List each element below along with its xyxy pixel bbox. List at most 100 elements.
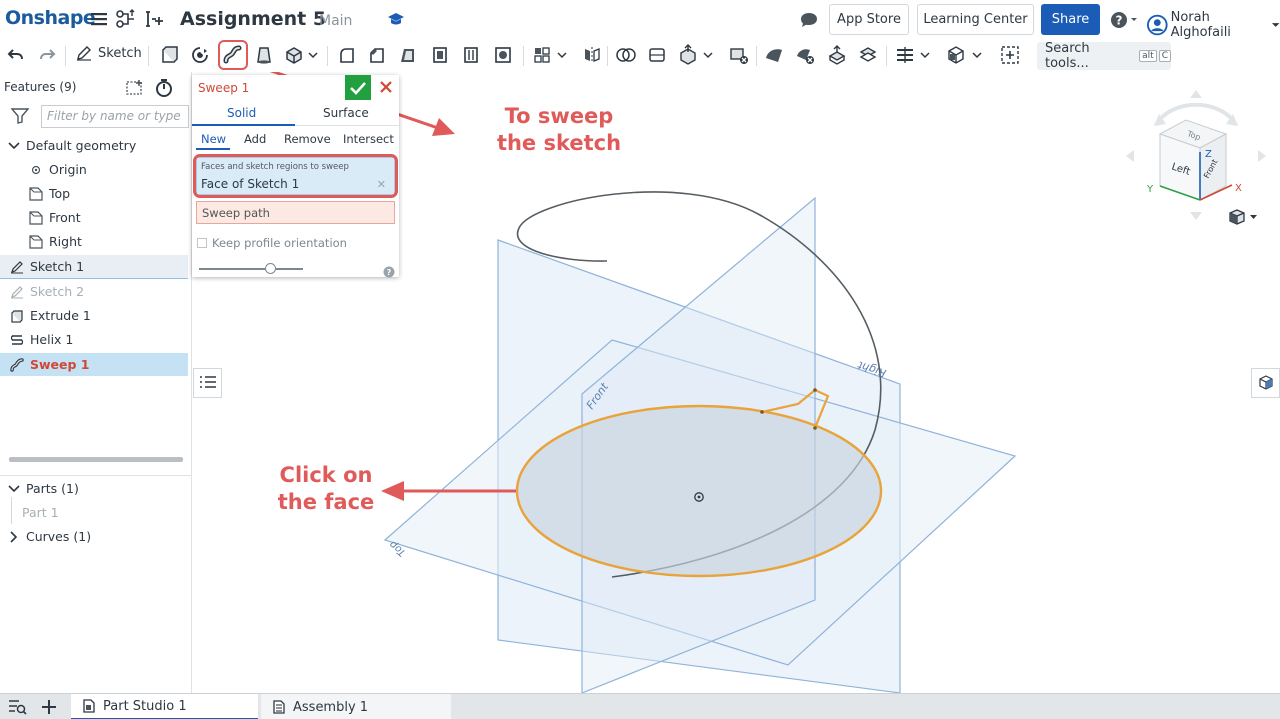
keep-orientation-checkbox[interactable] [197, 238, 207, 248]
filter-icon[interactable] [10, 108, 30, 128]
tab-manager-icon[interactable] [7, 698, 27, 719]
delete-face-icon[interactable] [793, 43, 817, 67]
configurations-icon[interactable] [115, 8, 137, 30]
tree-item-front-plane[interactable]: Front [0, 206, 188, 229]
keep-orientation-row[interactable]: Keep profile orientation [197, 236, 347, 250]
tree-item-extrude-1[interactable]: Extrude 1 [0, 304, 188, 327]
tree-item-right-plane[interactable]: Right [0, 230, 188, 253]
draft-icon[interactable] [396, 43, 420, 67]
tree-item-helix-1[interactable]: Helix 1 [0, 328, 188, 351]
mirror-icon[interactable] [580, 43, 604, 67]
axis-x-label: X [1235, 183, 1242, 194]
insert-variable-icon[interactable] [143, 8, 165, 30]
help-icon[interactable]: ? [1109, 10, 1139, 34]
annotation-line: Click on [279, 463, 373, 487]
comments-icon[interactable] [799, 11, 819, 33]
view-options-button[interactable] [1228, 208, 1258, 226]
redo-icon[interactable] [35, 43, 59, 67]
add-custom-feature-icon[interactable] [998, 43, 1022, 67]
tree-item-sketch-1[interactable]: Sketch 1 [0, 255, 188, 278]
faces-highlight [193, 154, 398, 198]
annotation-line: the face [277, 490, 375, 514]
tree-item-label: Sketch 2 [30, 284, 85, 299]
thicken-icon[interactable] [282, 43, 306, 67]
tree-item-origin[interactable]: Origin [0, 158, 188, 181]
replace-face-icon[interactable] [856, 43, 880, 67]
tab-assembly-1[interactable]: Assembly 1 [261, 694, 451, 719]
revolve-icon[interactable] [188, 43, 212, 67]
linear-pattern-icon[interactable] [530, 43, 554, 67]
rollback-bar[interactable] [9, 457, 183, 462]
op-new[interactable]: New [201, 132, 226, 146]
chevron-down-icon[interactable] [970, 43, 984, 67]
extrude-icon[interactable] [157, 43, 181, 67]
user-menu[interactable]: Norah Alghofaili [1147, 10, 1280, 40]
shell-icon[interactable] [459, 43, 483, 67]
tab-part-studio-1[interactable]: Part Studio 1 [71, 694, 258, 719]
menu-icon[interactable] [88, 8, 110, 30]
share-button[interactable]: Share [1041, 4, 1100, 35]
add-folder-icon[interactable] [126, 79, 146, 101]
origin-icon [28, 162, 44, 178]
helix-icon [9, 332, 25, 348]
chamfer-icon[interactable] [365, 43, 389, 67]
slider-track[interactable] [199, 268, 303, 270]
search-tools-button[interactable]: Search tools... alt C [1037, 41, 1171, 71]
learning-center-button[interactable]: Learning Center [917, 4, 1034, 35]
loft-icon[interactable] [252, 43, 276, 67]
appearance-panel-icon[interactable] [1251, 368, 1280, 398]
onshape-logo[interactable]: Onshape [5, 7, 96, 29]
features-header: Features (9) [4, 80, 77, 94]
tree-item-curves[interactable]: Curves (1) [0, 525, 188, 548]
tree-item-sweep-1[interactable]: Sweep 1 [0, 353, 188, 376]
branch-label[interactable]: Main [319, 13, 352, 29]
transform-icon[interactable] [676, 43, 700, 67]
sketch-button[interactable]: Sketch [75, 44, 142, 62]
measure-icon[interactable] [944, 43, 968, 67]
tree-item-default-geometry[interactable]: Default geometry [0, 134, 188, 157]
tab-surface[interactable]: Surface [323, 106, 369, 120]
tree-item-top-plane[interactable]: Top [0, 182, 188, 205]
chevron-down-icon[interactable] [918, 43, 932, 67]
feature-filter-input[interactable]: Filter by name or type [41, 105, 189, 128]
help-icon[interactable]: ? [383, 263, 395, 282]
undo-icon[interactable] [4, 43, 28, 67]
delete-part-icon[interactable] [727, 43, 751, 67]
stopwatch-icon[interactable] [154, 78, 174, 102]
op-remove[interactable]: Remove [284, 132, 331, 146]
rotate-up-icon[interactable] [1190, 90, 1202, 98]
tree-item-parts[interactable]: Parts (1) [0, 477, 188, 500]
split-icon[interactable] [645, 43, 669, 67]
plane-icon[interactable] [893, 43, 917, 67]
tree-item-label: Top [49, 186, 71, 201]
tree-item-label: Default geometry [26, 138, 137, 153]
cancel-x-icon[interactable] [376, 77, 396, 97]
fillet-icon[interactable] [335, 43, 359, 67]
graduation-cap-icon[interactable] [387, 11, 405, 31]
boolean-icon[interactable] [614, 43, 638, 67]
tree-item-sketch-2[interactable]: Sketch 2 [0, 280, 188, 303]
rotate-right-icon[interactable] [1258, 150, 1266, 162]
hole-icon[interactable] [491, 43, 515, 67]
op-intersect[interactable]: Intersect [343, 132, 394, 146]
accept-check-icon[interactable] [345, 75, 371, 100]
move-face-icon[interactable] [825, 43, 849, 67]
sweep-path-field[interactable]: Sweep path [196, 201, 395, 224]
sweep-tool-icon[interactable] [218, 40, 248, 70]
modify-fillet-icon[interactable] [762, 43, 786, 67]
tree-item-part-1[interactable]: Part 1 [0, 501, 188, 524]
slider-knob[interactable] [265, 263, 276, 274]
app-store-button[interactable]: App Store [829, 4, 909, 35]
rotate-arc[interactable] [1154, 102, 1238, 127]
rib-icon[interactable] [428, 43, 452, 67]
add-tab-icon[interactable] [40, 698, 58, 719]
rotate-down-icon[interactable] [1190, 212, 1202, 220]
sketch-face[interactable] [515, 404, 883, 578]
chevron-down-icon[interactable] [306, 43, 320, 67]
chevron-down-icon[interactable] [555, 43, 569, 67]
rotate-left-icon[interactable] [1126, 150, 1134, 162]
tab-solid[interactable]: Solid [227, 106, 256, 120]
document-title[interactable]: Assignment 5 [180, 8, 326, 30]
op-add[interactable]: Add [244, 132, 266, 146]
chevron-down-icon[interactable] [701, 43, 715, 67]
